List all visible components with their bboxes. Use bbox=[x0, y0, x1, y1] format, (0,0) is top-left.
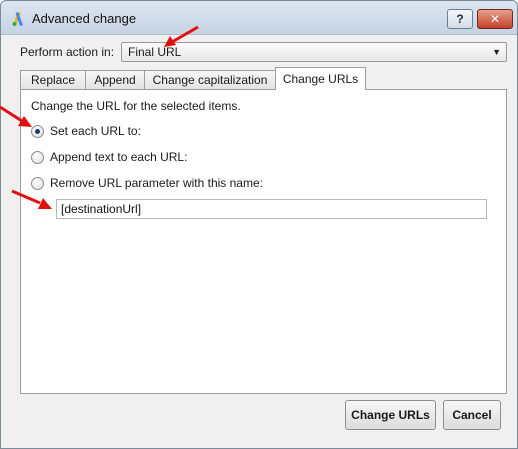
tab-append[interactable]: Append bbox=[85, 70, 145, 89]
tab-change-urls[interactable]: Change URLs bbox=[275, 67, 366, 90]
radio-append-text[interactable] bbox=[31, 150, 44, 164]
perform-action-value: Final URL bbox=[128, 45, 182, 59]
title-bar[interactable]: Advanced change ? ✕ bbox=[1, 1, 517, 35]
cancel-button[interactable]: Cancel bbox=[443, 400, 501, 430]
close-button[interactable]: ✕ bbox=[477, 9, 513, 29]
url-input[interactable] bbox=[56, 199, 487, 219]
window-title: Advanced change bbox=[32, 11, 137, 26]
help-button[interactable]: ? bbox=[447, 9, 473, 29]
option-label: Append text to each URL: bbox=[50, 150, 188, 164]
chevron-down-icon: ▼ bbox=[492, 47, 501, 57]
change-urls-button[interactable]: Change URLs bbox=[345, 400, 436, 430]
perform-action-select[interactable]: Final URL ▼ bbox=[121, 42, 507, 62]
radio-set-each-url[interactable] bbox=[31, 124, 44, 138]
advanced-change-dialog: Advanced change ? ✕ Perform action in: F… bbox=[0, 0, 518, 449]
perform-action-label: Perform action in: bbox=[20, 45, 115, 59]
radio-remove-parameter[interactable] bbox=[31, 176, 44, 190]
tab-replace[interactable]: Replace bbox=[20, 70, 86, 89]
option-set-each-url[interactable]: Set each URL to: bbox=[31, 123, 141, 139]
tab-change-capitalization[interactable]: Change capitalization bbox=[144, 70, 276, 89]
change-urls-panel: Change the URL for the selected items. S… bbox=[20, 89, 507, 394]
option-append-text[interactable]: Append text to each URL: bbox=[31, 149, 187, 165]
option-label: Set each URL to: bbox=[50, 124, 141, 138]
panel-description: Change the URL for the selected items. bbox=[31, 99, 241, 113]
option-label: Remove URL parameter with this name: bbox=[50, 176, 263, 190]
google-ads-logo-icon bbox=[12, 12, 23, 26]
option-remove-parameter[interactable]: Remove URL parameter with this name: bbox=[31, 175, 263, 191]
dialog-body: Perform action in: Final URL ▼ Replace A… bbox=[9, 35, 509, 441]
